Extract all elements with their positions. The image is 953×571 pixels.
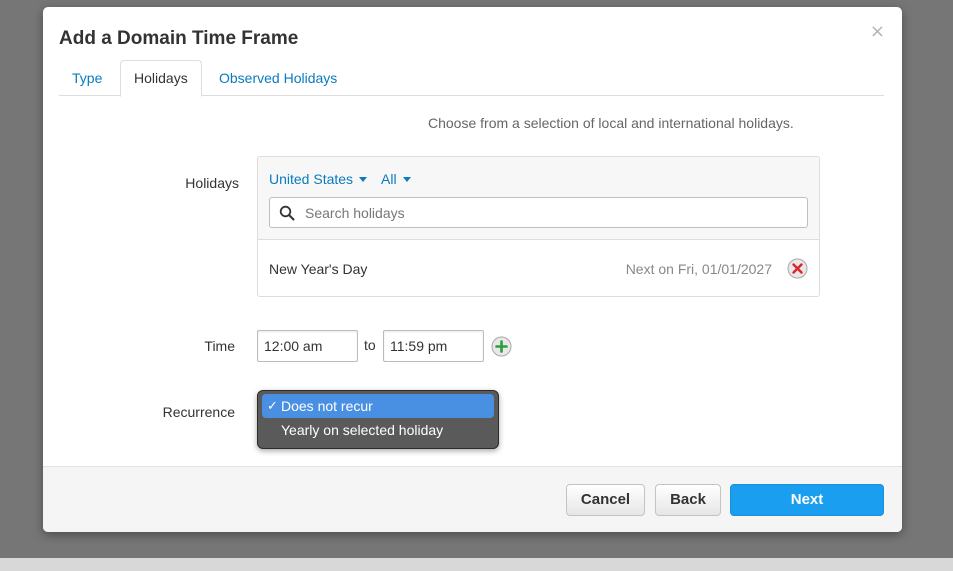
- holiday-row: New Year's Day Next on Fri, 01/01/2027: [258, 240, 819, 296]
- checkmark-icon: ✓: [267, 398, 278, 413]
- holidays-label: Holidays: [185, 175, 239, 191]
- caret-down-icon: [402, 177, 411, 182]
- holidays-panel: United States All New Year's Day Next on…: [257, 156, 820, 297]
- search-icon: [279, 205, 295, 226]
- type-filter-dropdown[interactable]: All: [381, 171, 411, 187]
- country-filter-dropdown[interactable]: United States: [269, 171, 368, 187]
- type-filter-label: All: [381, 171, 397, 187]
- page-backdrop-strip: [0, 558, 953, 571]
- recurrence-dropdown-menu: ✓ Does not recur Yearly on selected holi…: [257, 390, 499, 449]
- start-time-input[interactable]: [257, 330, 358, 362]
- tab-observed-holidays[interactable]: Observed Holidays: [206, 60, 350, 96]
- caret-down-icon: [359, 177, 368, 182]
- add-circle-icon[interactable]: [491, 336, 512, 362]
- tab-type[interactable]: Type: [59, 60, 115, 96]
- remove-circle-icon[interactable]: [787, 258, 808, 284]
- tab-holidays[interactable]: Holidays: [120, 60, 202, 97]
- next-button[interactable]: Next: [730, 484, 884, 516]
- close-icon[interactable]: ×: [870, 21, 885, 43]
- holiday-search-box: [269, 197, 808, 228]
- intro-text: Choose from a selection of local and int…: [428, 115, 794, 131]
- dialog-title: Add a Domain Time Frame: [59, 28, 299, 49]
- recurrence-label: Recurrence: [162, 404, 235, 420]
- time-frame-dialog: Add a Domain Time Frame × Type Holidays …: [43, 7, 902, 532]
- holiday-next-date: Next on Fri, 01/01/2027: [625, 261, 772, 277]
- recurrence-option-yearly[interactable]: Yearly on selected holiday: [262, 418, 494, 442]
- holiday-search-input[interactable]: [303, 198, 803, 227]
- recurrence-option-does-not-recur[interactable]: ✓ Does not recur: [262, 394, 494, 418]
- back-button[interactable]: Back: [655, 484, 721, 516]
- recurrence-option-label: Does not recur: [281, 398, 373, 414]
- country-filter-label: United States: [269, 171, 354, 187]
- recurrence-option-label: Yearly on selected holiday: [281, 422, 444, 438]
- dialog-footer: Cancel Back Next: [43, 466, 902, 532]
- holidays-filter-header: United States All: [258, 157, 819, 240]
- time-separator: to: [364, 337, 376, 353]
- time-label: Time: [204, 338, 235, 354]
- holiday-name: New Year's Day: [269, 261, 368, 277]
- tab-bar: Type Holidays Observed Holidays: [59, 60, 884, 97]
- end-time-input[interactable]: [383, 330, 484, 362]
- cancel-button[interactable]: Cancel: [566, 484, 645, 516]
